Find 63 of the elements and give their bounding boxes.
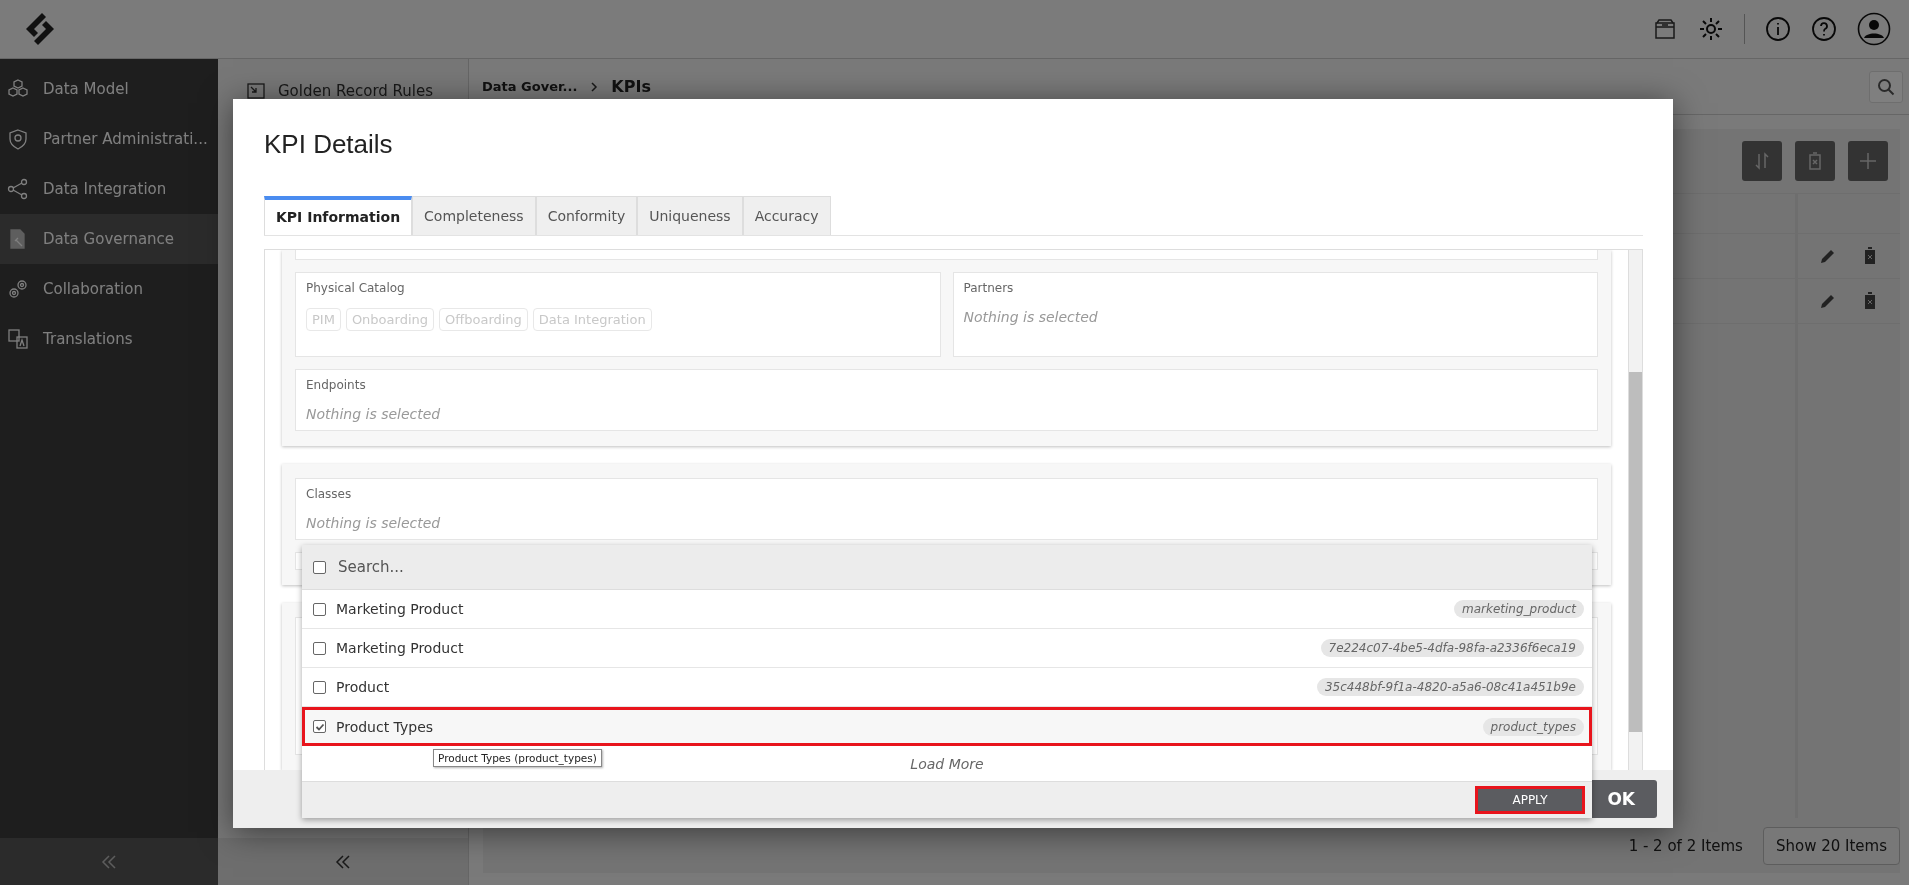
subnav-item[interactable]: Golden Record Rules xyxy=(278,82,434,100)
apply-button[interactable]: APPLY xyxy=(1475,786,1585,814)
classes-field[interactable]: Classes Nothing is selected xyxy=(295,477,1598,540)
user-avatar-icon[interactable] xyxy=(1857,12,1891,46)
option-tag: marketing_product xyxy=(1454,600,1584,618)
search-button[interactable] xyxy=(1869,70,1903,103)
tab[interactable]: Conformity xyxy=(535,195,638,235)
option-row[interactable]: Product Types product_types xyxy=(302,707,1592,746)
box-icon[interactable] xyxy=(1652,16,1678,42)
sidebar-item-background[interactable]: Translations xyxy=(0,314,218,364)
option-label: Marketing Product xyxy=(336,601,465,617)
sidebar-label: Partner Administrati... xyxy=(43,130,208,148)
rules-icon xyxy=(246,81,266,101)
gears-icon xyxy=(7,278,29,300)
sidebar-label: Data Integration xyxy=(43,180,167,198)
option-label: Marketing Product xyxy=(336,640,465,656)
chevron-right-icon xyxy=(589,81,600,92)
breadcrumb-link[interactable]: Data Gover... xyxy=(482,79,578,94)
sidebar-label: Translations xyxy=(43,330,133,348)
page-size-button[interactable]: Show 20 Items xyxy=(1762,826,1900,865)
checkbox[interactable] xyxy=(313,680,326,694)
scrollbar-thumb[interactable] xyxy=(1629,371,1642,732)
plus-icon xyxy=(1857,150,1879,172)
sidebar-label: Collaboration xyxy=(43,280,143,298)
nodes-icon xyxy=(7,178,29,200)
sidebar-item-background[interactable]: Data Governance xyxy=(0,214,218,264)
sidebar-label: Data Governance xyxy=(43,230,175,248)
option-tag: product_types xyxy=(1482,717,1584,736)
checkbox[interactable] xyxy=(313,720,326,733)
sidebar-item-background[interactable]: Data Model xyxy=(0,64,218,114)
checkbox[interactable] xyxy=(313,560,326,574)
option-label: Product xyxy=(336,679,391,695)
tab[interactable]: Uniqueness xyxy=(637,195,743,235)
shield-icon xyxy=(7,128,29,150)
checkbox[interactable] xyxy=(313,602,326,616)
double-chevron-left-icon[interactable] xyxy=(101,853,117,870)
info-icon[interactable] xyxy=(1765,16,1791,42)
sidebar-item-background[interactable]: Partner Administrati... xyxy=(0,114,218,164)
help-icon[interactable] xyxy=(1811,16,1837,42)
load-more-link[interactable]: Load More xyxy=(910,755,984,772)
search-field[interactable]: Search... xyxy=(302,545,1592,590)
dialog-title: KPI Details xyxy=(264,129,393,161)
checkbox[interactable] xyxy=(313,641,326,655)
pagination-summary: 1 - 2 of 2 Items xyxy=(1628,836,1743,855)
double-chevron-left-icon[interactable] xyxy=(335,853,351,870)
option-tag: 35c448bf-9f1a-4820-a5a6-08c41a451b9e xyxy=(1316,678,1584,696)
breadcrumb-current: KPIs xyxy=(611,77,651,96)
search-icon xyxy=(1877,77,1895,96)
tab[interactable]: KPI Information xyxy=(264,195,413,235)
tab[interactable]: Completeness xyxy=(412,195,536,235)
option-tag: 7e224c07-4be5-4dfa-98fa-a2336f6eca19 xyxy=(1320,639,1584,657)
option-label: Product Types xyxy=(336,718,435,735)
tab[interactable]: Accuracy xyxy=(742,195,831,235)
sidebar-item-background[interactable]: Collaboration xyxy=(0,264,218,314)
search-input[interactable]: Search... xyxy=(336,557,1592,577)
partners-field[interactable]: Partners Nothing is selected xyxy=(952,271,1598,357)
option-row[interactable]: Marketing Product marketing_product xyxy=(302,590,1592,629)
translate-icon xyxy=(7,328,29,350)
tooltip: Product Types (product_types) xyxy=(433,749,602,767)
sidebar-item-background[interactable]: Data Integration xyxy=(0,164,218,214)
endpoints-field[interactable]: Endpoints Nothing is selected xyxy=(295,368,1598,431)
option-row[interactable]: Marketing Product 7e224c07-4be5-4dfa-98fa-a2336f6eca19 xyxy=(302,629,1592,668)
sidebar-label: Data Model xyxy=(43,80,129,98)
